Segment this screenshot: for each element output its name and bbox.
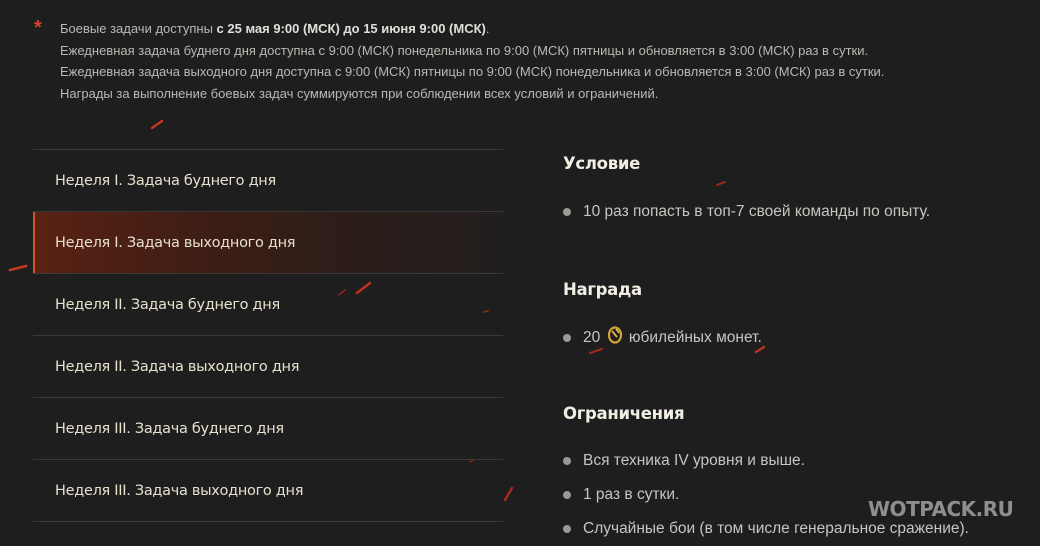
note-dates: Боевые задачи доступны с 25 мая 9:00 (МС… bbox=[60, 21, 490, 36]
limits-title: Ограничения bbox=[563, 404, 685, 423]
note-weekday-task: Ежедневная задача буднего дня доступна с… bbox=[60, 42, 869, 58]
event-notes: * Боевые задачи доступны с 25 мая 9:00 (… bbox=[34, 18, 1014, 104]
task-detail-panel: Условие 10 раз попасть в топ-7 своей ком… bbox=[563, 150, 1023, 546]
condition-item: 10 раз попасть в топ-7 своей команды по … bbox=[563, 195, 1023, 229]
tab-week2-weekend[interactable]: Неделя II. Задача выходного дня bbox=[33, 336, 503, 398]
tab-week1-weekend[interactable]: Неделя I. Задача выходного дня bbox=[33, 212, 503, 274]
coin-icon bbox=[607, 326, 622, 344]
reward-title: Награда bbox=[563, 280, 642, 299]
tab-week3-weekday[interactable]: Неделя III. Задача буднего дня bbox=[33, 398, 503, 460]
site-watermark: WOTPACK.RU bbox=[868, 497, 1014, 521]
tab-week3-weekend[interactable]: Неделя III. Задача выходного дня bbox=[33, 460, 503, 522]
reward-item: 20 юбилейных монет. bbox=[563, 321, 1023, 355]
task-tab-list: Неделя I. Задача буднего дня Неделя I. З… bbox=[33, 149, 503, 522]
tab-week1-weekday[interactable]: Неделя I. Задача буднего дня bbox=[33, 150, 503, 212]
condition-title: Условие bbox=[563, 154, 641, 173]
note-rewards: Награды за выполнение боевых задач сумми… bbox=[60, 85, 659, 101]
tab-week2-weekday[interactable]: Неделя II. Задача буднего дня bbox=[33, 274, 503, 336]
limit-item-level: Вся техника IV уровня и выше. bbox=[563, 444, 1023, 478]
asterisk-mark: * bbox=[34, 17, 42, 39]
note-weekend-task: Ежедневная задача выходного дня доступна… bbox=[60, 64, 885, 79]
